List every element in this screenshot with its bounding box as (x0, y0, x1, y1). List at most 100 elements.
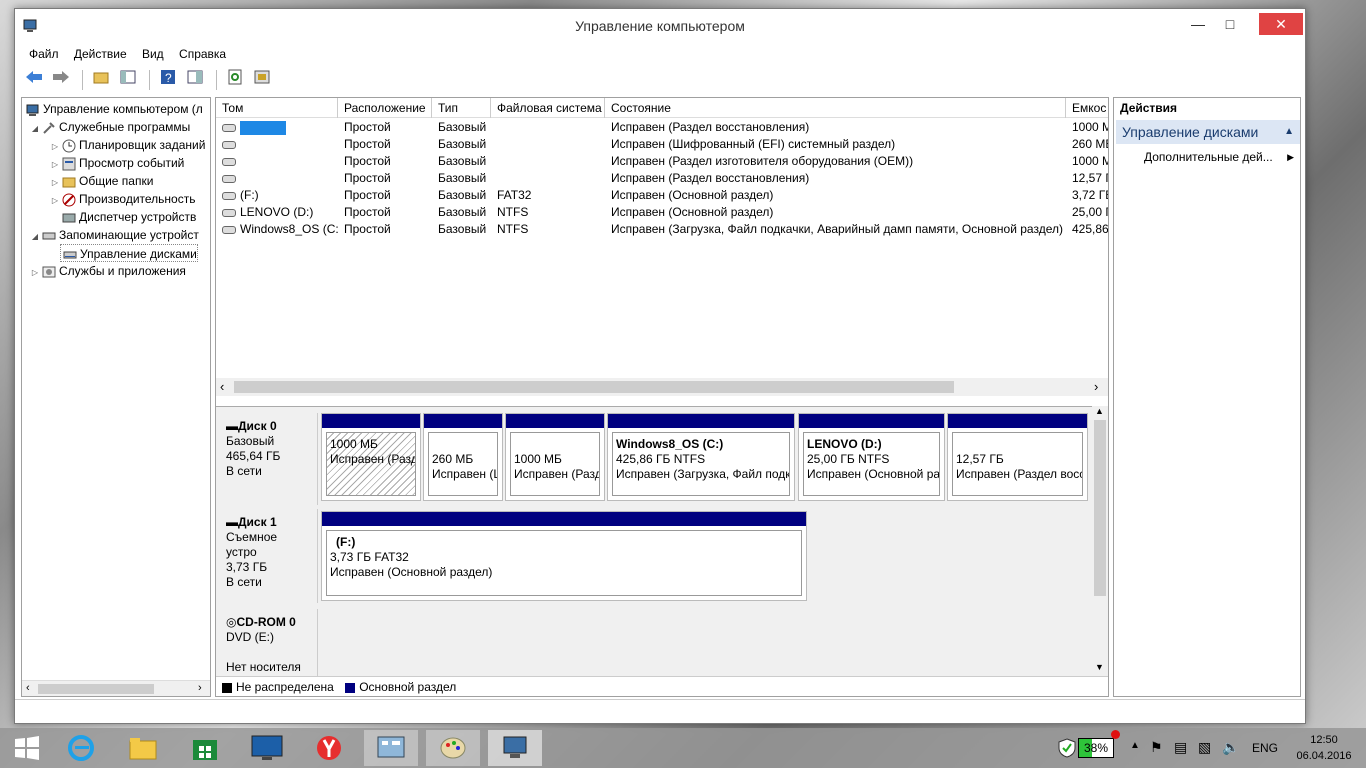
scroll-left-icon[interactable]: ‹ (220, 379, 224, 394)
store-icon[interactable] (178, 730, 232, 766)
collapse-arrow-icon[interactable]: ◢ (30, 228, 40, 246)
menu-action[interactable]: Действие (68, 45, 133, 63)
table-row[interactable]: LENOVO (D:) Простой Базовый NTFS Исправен (О… (216, 204, 1108, 221)
scroll-down-icon[interactable]: ▼ (1095, 662, 1104, 672)
tree-item-task-scheduler[interactable]: ▷ Планировщик заданий (50, 136, 205, 154)
collapse-up-icon[interactable]: ▲ (1284, 120, 1294, 144)
table-row[interactable]: Простой Базовый Исправен (Шифрованный (EFI… (216, 136, 1108, 153)
menu-view[interactable]: Вид (136, 45, 170, 63)
volume-icon (222, 174, 236, 183)
menu-help[interactable]: Справка (173, 45, 232, 63)
control-panel-icon[interactable] (364, 730, 418, 766)
show-hide-tree-icon[interactable] (117, 69, 139, 91)
scrollbar-thumb[interactable] (234, 381, 954, 393)
back-arrow-icon[interactable] (23, 69, 45, 91)
scrollbar-thumb[interactable] (1094, 420, 1106, 596)
scroll-left-icon[interactable]: ‹ (26, 682, 30, 694)
column-header-status[interactable]: Состояние (605, 98, 1066, 118)
partition-disk0-2[interactable]: 260 МБ Исправен (L (423, 413, 503, 501)
wifi-signal-icon[interactable]: ▧ (1198, 739, 1211, 756)
table-row[interactable]: (F:) Простой Базовый FAT32 Исправен (Основно… (216, 187, 1108, 204)
taskbar: 38% ▲ ⚑ ▤ ▧ 🔈 ENG 12:50 06.04.2016 (0, 728, 1366, 768)
list-horizontal-scrollbar[interactable]: ‹ › (216, 378, 1108, 396)
partition-disk1-f[interactable]: (F:) 3,73 ГБ FAT32 Исправен (Основной ра… (321, 511, 807, 601)
column-header-volume[interactable]: Том (216, 98, 338, 118)
network-adapter-icon[interactable]: ▤ (1174, 739, 1187, 756)
menu-bar: Файл Действие Вид Справка (23, 45, 232, 65)
tree-item-system-tools[interactable]: ◢ Служебные программы (30, 118, 190, 136)
disk-properties-icon[interactable] (251, 69, 273, 91)
partition-disk0-1[interactable]: 1000 МБ Исправен (Разд (321, 413, 421, 501)
column-header-layout[interactable]: Расположение (338, 98, 432, 118)
menu-file[interactable]: Файл (23, 45, 65, 63)
more-actions-item[interactable]: Дополнительные дей... ▶ (1144, 148, 1298, 166)
minimize-button[interactable]: — (1183, 13, 1213, 35)
actions-group-disk-management[interactable]: Управление дисками ▲ (1116, 120, 1300, 144)
column-header-capacity[interactable]: Емкос (1066, 98, 1108, 118)
column-header-type[interactable]: Тип (432, 98, 491, 118)
scroll-right-icon[interactable]: › (1094, 379, 1098, 394)
table-row[interactable]: Windows8_OS (C:) Простой Базовый NTFS Исправ… (216, 221, 1108, 238)
start-button[interactable] (0, 730, 54, 766)
column-header-filesystem[interactable]: Файловая система (491, 98, 605, 118)
volume-icon[interactable]: 🔈 (1222, 739, 1239, 756)
collapse-arrow-icon[interactable]: ◢ (30, 120, 40, 138)
tree-item-device-manager[interactable]: Диспетчер устройств (60, 208, 196, 226)
clock-date[interactable]: 06.04.2016 (1292, 750, 1356, 762)
cell-text: 1000 М (1072, 154, 1109, 168)
scrollbar-thumb[interactable] (38, 684, 154, 694)
refresh-icon[interactable] (224, 69, 246, 91)
partition-disk0-3[interactable]: 1000 МБ Исправен (Разд (505, 413, 605, 501)
expand-arrow-icon[interactable]: ▷ (30, 264, 40, 282)
lenovo-app-icon[interactable] (240, 730, 294, 766)
maximize-button[interactable]: □ (1215, 13, 1245, 35)
disk-0-label[interactable]: ▬Диск 0 Базовый 465,64 ГБ В сети (218, 413, 318, 505)
title-bar[interactable]: Управление компьютером — □ ✕ (15, 9, 1305, 43)
tree-item-shared-folders[interactable]: ▷ Общие папки (50, 172, 154, 190)
clock-time[interactable]: 12:50 (1292, 734, 1356, 746)
table-row[interactable]: Простой Базовый Исправен (Раздел изготовит… (216, 153, 1109, 170)
cell-fs: NTFS (491, 204, 605, 221)
submenu-arrow-icon: ▶ (1287, 152, 1294, 162)
tree-item-storage[interactable]: ◢ Запоминающие устройст (30, 226, 199, 244)
tree-item-services-apps[interactable]: ▷ Службы и приложения (30, 262, 186, 280)
cell-layout: Простой (338, 170, 432, 187)
security-shield-icon[interactable] (1058, 738, 1076, 761)
close-button[interactable]: ✕ (1259, 13, 1303, 35)
scroll-up-icon[interactable]: ▲ (1095, 406, 1104, 416)
scroll-right-icon[interactable]: › (198, 682, 202, 694)
cell-status: Исправен (Загрузка, Файл подкачки, Авари… (605, 221, 1066, 238)
action-center-flag-icon[interactable]: ⚑ (1150, 739, 1163, 756)
table-row[interactable]: Простой Базовый Исправен (Раздел восстанов… (216, 119, 1108, 136)
table-row[interactable]: Простой Базовый Исправен (Раздел восстанов… (216, 170, 1108, 187)
tree-item-disk-management[interactable]: Управление дисками (60, 244, 198, 262)
expand-arrow-icon[interactable]: ▷ (50, 192, 60, 210)
file-explorer-icon[interactable] (116, 730, 170, 766)
yandex-browser-icon[interactable] (302, 730, 356, 766)
disk-pane-vertical-scrollbar[interactable]: ▲ ▼ (1092, 406, 1108, 676)
properties-view-icon[interactable] (184, 69, 206, 91)
partition-disk0-c[interactable]: Windows8_OS (C:) 425,86 ГБ NTFS Исправен… (607, 413, 795, 501)
partition-disk0-d[interactable]: LENOVO (D:) 25,00 ГБ NTFS Исправен (Осно… (798, 413, 945, 501)
internet-explorer-icon[interactable] (54, 730, 108, 766)
battery-indicator[interactable]: 38% (1078, 738, 1114, 758)
show-hidden-icons-icon[interactable]: ▲ (1130, 740, 1140, 751)
paint-icon[interactable] (426, 730, 480, 766)
partition-status: Исправен (Основной ра (807, 467, 940, 481)
computer-management-taskbar-icon[interactable] (488, 730, 542, 766)
disk-1-label[interactable]: ▬Диск 1 Съемное устро 3,73 ГБ В сети (218, 509, 318, 603)
input-language[interactable]: ENG (1252, 741, 1278, 755)
cell-text: Простой (344, 205, 391, 219)
tree-horizontal-scrollbar[interactable]: ‹ › (22, 680, 210, 696)
partition-header (608, 414, 794, 428)
folder-up-icon[interactable] (90, 69, 112, 91)
cell-layout: Простой (338, 221, 432, 238)
forward-arrow-icon[interactable] (50, 69, 72, 91)
partition-disk0-6[interactable]: 12,57 ГБ Исправен (Раздел восс (947, 413, 1088, 501)
help-icon[interactable]: ? (157, 69, 179, 91)
tree-root[interactable]: Управление компьютером (л (24, 100, 203, 118)
tree-item-performance[interactable]: ▷ Производительность (50, 190, 195, 208)
cell-text: Базовый (438, 205, 487, 219)
tree-item-event-viewer[interactable]: ▷ Просмотр событий (50, 154, 184, 172)
cdrom-0-label[interactable]: ◎CD-ROM 0 DVD (E:) Нет носителя (218, 609, 318, 677)
